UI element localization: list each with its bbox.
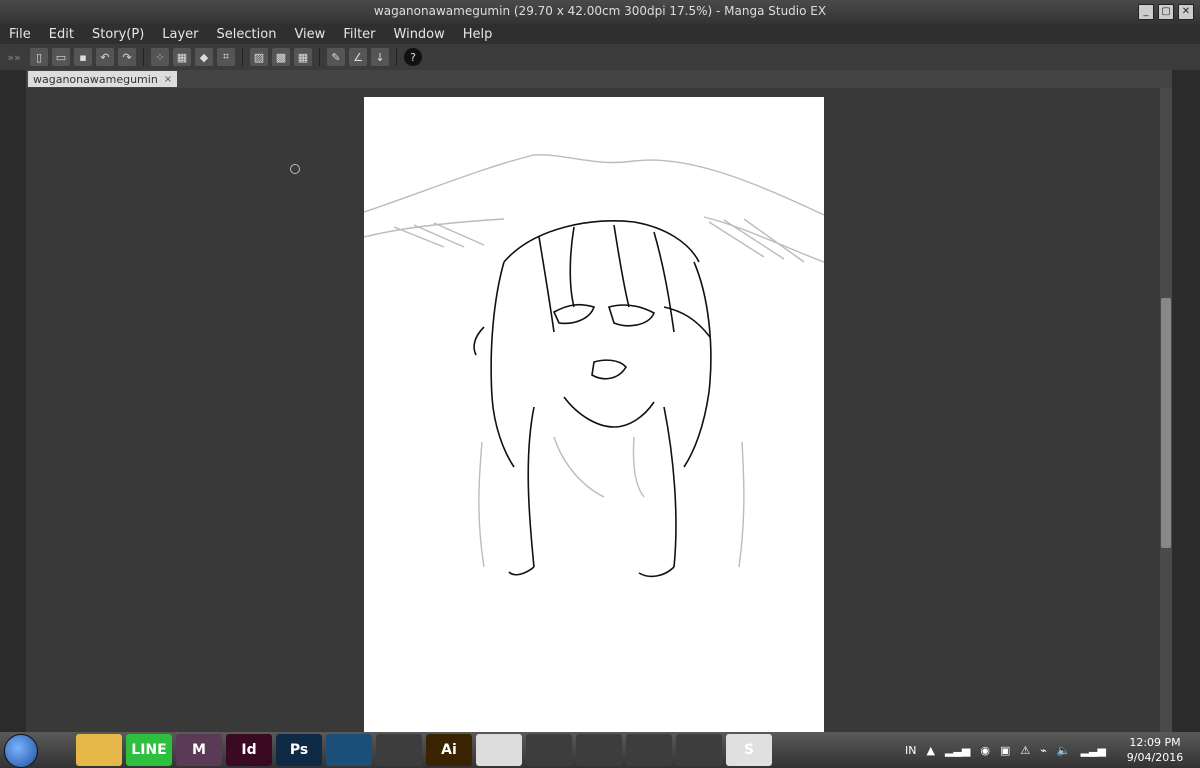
close-tab-icon[interactable]: ×: [164, 74, 172, 85]
drawing-page[interactable]: [363, 97, 825, 732]
maximize-button[interactable]: ▢: [1158, 4, 1174, 20]
file-explorer-icon[interactable]: [76, 734, 122, 766]
sketch-drawing: [363, 154, 825, 578]
new-file-icon[interactable]: ▯: [30, 48, 48, 66]
indesign-icon[interactable]: Id: [226, 734, 272, 766]
network-icon[interactable]: ⌁: [1040, 744, 1047, 757]
start-button[interactable]: [4, 734, 38, 768]
vlc-icon[interactable]: [676, 734, 722, 766]
blue-app-icon[interactable]: [326, 734, 372, 766]
line-app-icon[interactable]: LINE: [126, 734, 172, 766]
pen-down-icon[interactable]: ↓: [371, 48, 389, 66]
menu-selection[interactable]: Selection: [208, 27, 286, 42]
fill-icon[interactable]: ◆: [195, 48, 213, 66]
flag-app-icon[interactable]: [576, 734, 622, 766]
ruler-icon[interactable]: ▨: [250, 48, 268, 66]
frame-icon[interactable]: ▦: [294, 48, 312, 66]
skype-icon[interactable]: S: [726, 734, 772, 766]
close-button[interactable]: ✕: [1178, 4, 1194, 20]
help-icon[interactable]: ?: [404, 48, 422, 66]
manga-studio-icon[interactable]: M: [176, 734, 222, 766]
menu-view[interactable]: View: [285, 27, 334, 42]
undo-icon[interactable]: ↶: [96, 48, 114, 66]
clock[interactable]: 12:09 PM 9/04/2016: [1120, 735, 1190, 765]
menu-layer[interactable]: Layer: [153, 27, 207, 42]
deselect-icon[interactable]: ▦: [173, 48, 191, 66]
warning-icon[interactable]: ⚠: [1020, 744, 1030, 757]
taskbar: LINE M Id Ps Ai S IN ▲ ▂▃▅ ◉ ▣ ⚠ ⌁ 🔈 ▂▃▅ 12:0…: [0, 732, 1200, 768]
toolbar-grip-icon[interactable]: »»: [0, 51, 28, 64]
document-tab-bar: waganonawamegumin ×: [26, 70, 1172, 88]
angle-tool-icon[interactable]: ∠: [349, 48, 367, 66]
right-panel-grip[interactable]: [1172, 70, 1200, 732]
volume-icon[interactable]: 🔈: [1057, 744, 1071, 757]
menu-window[interactable]: Window: [385, 27, 454, 42]
tray-expand-icon[interactable]: ▲: [926, 744, 934, 757]
open-file-icon[interactable]: ▭: [52, 48, 70, 66]
menu-edit[interactable]: Edit: [40, 27, 83, 42]
menu-story[interactable]: Story(P): [83, 27, 153, 42]
transform-icon[interactable]: ⌗: [217, 48, 235, 66]
photoshop-icon[interactable]: Ps: [276, 734, 322, 766]
shield-app-icon[interactable]: [376, 734, 422, 766]
illustrator-icon[interactable]: Ai: [426, 734, 472, 766]
menu-bar: File Edit Story(P) Layer Selection View …: [0, 24, 1200, 44]
pen-tool-icon[interactable]: ✎: [327, 48, 345, 66]
calendar-icon[interactable]: [476, 734, 522, 766]
signal-icon: ▂▃▅: [944, 743, 971, 757]
document-tab[interactable]: waganonawamegumin ×: [28, 71, 178, 87]
gpu-icon[interactable]: ▣: [1000, 744, 1010, 757]
menu-help[interactable]: Help: [454, 27, 502, 42]
redo-icon[interactable]: ↷: [118, 48, 136, 66]
select-all-icon[interactable]: ⁘: [151, 48, 169, 66]
system-tray: IN ▲ ▂▃▅ ◉ ▣ ⚠ ⌁ 🔈 ▂▃▅: [905, 737, 1106, 763]
vertical-scrollbar[interactable]: [1160, 88, 1172, 732]
title-bar: waganonawamegumin (29.70 x 42.00cm 300dp…: [0, 0, 1200, 24]
left-panel-grip[interactable]: [0, 70, 26, 732]
menu-filter[interactable]: Filter: [334, 27, 384, 42]
antivirus-icon[interactable]: ◉: [980, 744, 990, 757]
brush-cursor-icon: [290, 164, 300, 174]
chrome-icon[interactable]: [626, 734, 672, 766]
scrollbar-thumb[interactable]: [1161, 298, 1171, 548]
document-tab-label: waganonawamegumin: [33, 72, 158, 86]
menu-file[interactable]: File: [0, 27, 40, 42]
wifi-icon[interactable]: ▂▃▅: [1081, 744, 1106, 757]
clock-date: 9/04/2016: [1126, 751, 1184, 764]
save-icon[interactable]: ▪: [74, 48, 92, 66]
language-indicator[interactable]: IN: [905, 744, 916, 757]
taskbar-pinned-apps: LINE M Id Ps Ai S: [76, 734, 772, 766]
window-title: waganonawamegumin (29.70 x 42.00cm 300dp…: [373, 4, 827, 18]
grid-icon[interactable]: ▩: [272, 48, 290, 66]
firefox-icon[interactable]: [526, 734, 572, 766]
clock-time: 12:09 PM: [1129, 736, 1181, 749]
main-toolbar: »» ▯ ▭ ▪ ↶ ↷ ⁘ ▦ ◆ ⌗ ▨ ▩ ▦ ✎ ∠ ↓ ?: [0, 44, 1200, 71]
minimize-button[interactable]: _: [1138, 4, 1154, 20]
